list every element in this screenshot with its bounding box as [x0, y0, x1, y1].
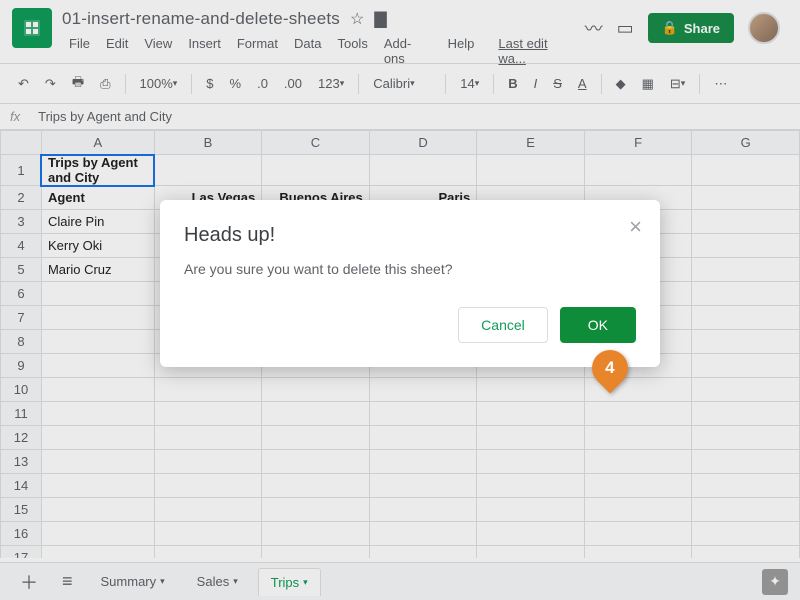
ok-button[interactable]: OK [560, 307, 636, 343]
close-icon[interactable]: × [629, 214, 642, 240]
tutorial-callout: 4 [592, 340, 628, 388]
dialog-title: Heads up! [184, 224, 636, 247]
dialog-message: Are you sure you want to delete this she… [184, 261, 636, 277]
confirm-dialog: × Heads up! Are you sure you want to del… [160, 200, 660, 367]
cancel-button[interactable]: Cancel [458, 307, 548, 343]
callout-number: 4 [605, 358, 614, 378]
